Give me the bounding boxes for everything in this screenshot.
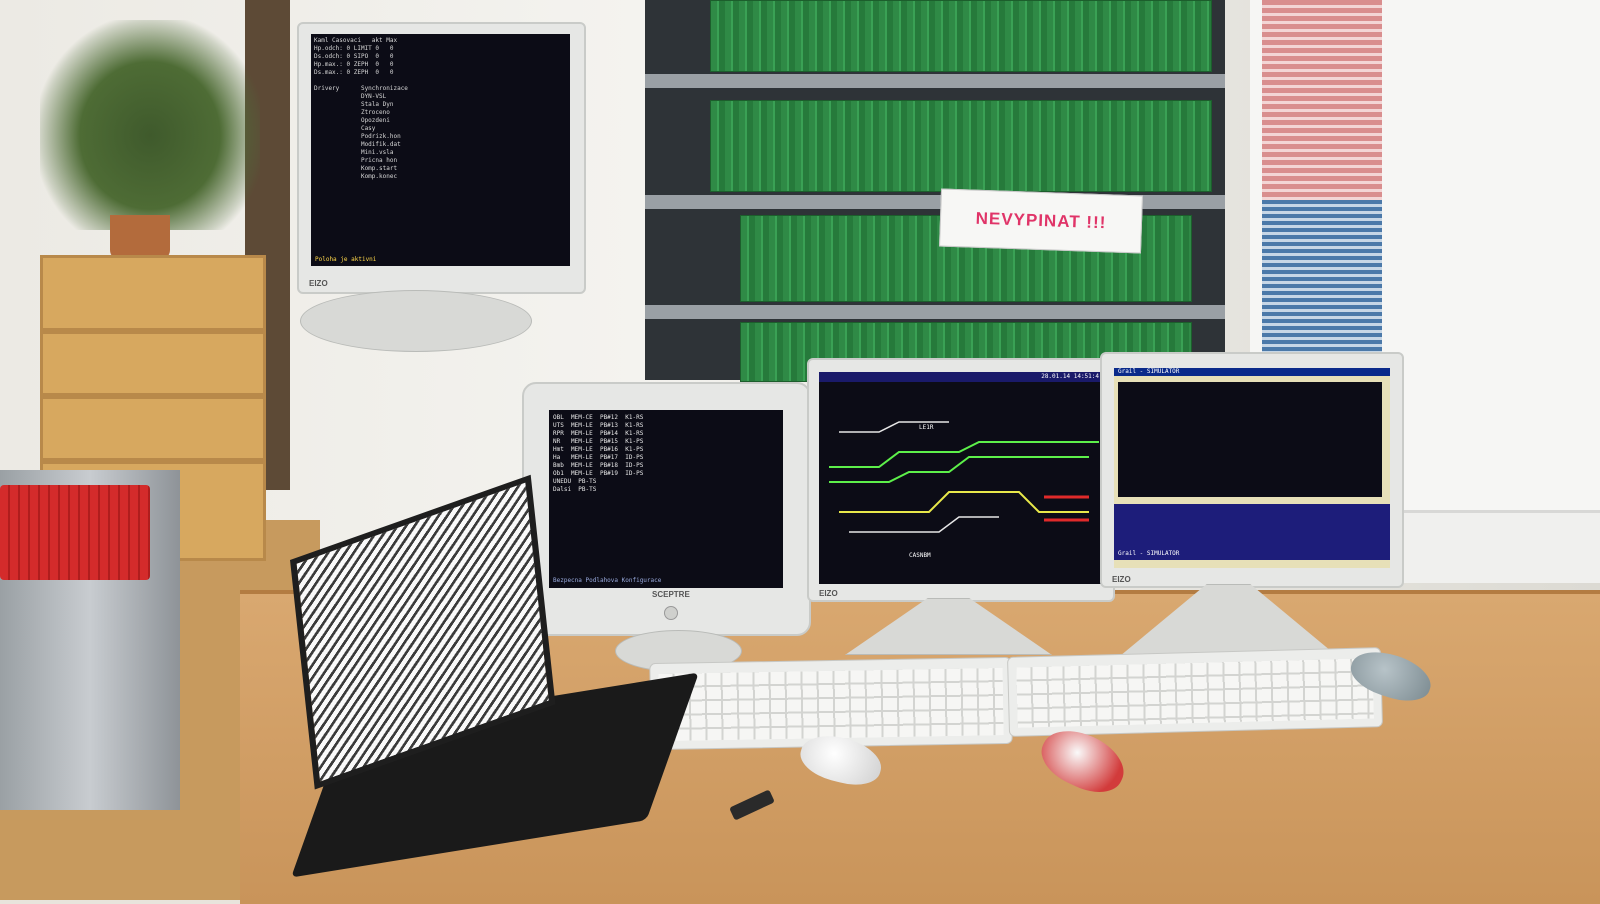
terminal-line: Ztroceno (314, 109, 390, 116)
monitor-logo: EIZO (309, 279, 328, 288)
terminal-line: Bmb MEM-LE PB#18 ID-PS (553, 462, 644, 469)
terminal-line: Modifik.dat (314, 141, 401, 148)
potted-plant (40, 20, 260, 230)
terminal-text: Kaml Casovaci akt Max Hp.odch: 0 LIMIT 0 … (314, 37, 567, 181)
keyboard-right[interactable] (1007, 647, 1383, 737)
monitor-logo: EIZO (819, 589, 838, 598)
track-diagram-screen: 28.01.14 14:51:4 LE1R CASNBM (819, 372, 1103, 584)
simulator-panel (1118, 382, 1382, 497)
terminal-line: NR MEM-LE PB#15 K1-PS (553, 438, 644, 445)
terminal-line: Casy (314, 125, 376, 132)
terminal-line: Komp.start (314, 165, 398, 172)
terminal-line: Hmt MEM-LE PB#16 K1-PS (553, 446, 644, 453)
circuit-board (710, 0, 1212, 72)
terminal-line: Ob1 MEM-LE PB#19 ID-PS (553, 470, 644, 477)
window-title: Grail - SIMULATOR (1118, 368, 1180, 375)
bottom-label: CASNBM (909, 552, 931, 559)
monitor-center: 28.01.14 14:51:4 LE1R CASNBM EIZO (807, 358, 1115, 602)
monitor-right: Grail - SIMULATOR Grail - SIMULATOR EIZO (1100, 352, 1404, 588)
crt-screen: OBL MEM-CE PB#12 K1-RS UTS MEM-LE PB#13 K… (549, 410, 783, 588)
terminal-line: Komp.konec (314, 173, 398, 180)
terminal-line: Hp.max.: 0 ZEPH 0 0 (314, 61, 394, 68)
track-line (839, 491, 1089, 513)
terminal-line: Hp.odch: 0 LIMIT 0 0 (314, 45, 394, 52)
simulator-screen: Grail - SIMULATOR Grail - SIMULATOR (1114, 368, 1390, 568)
terminal-line: Ha MEM-LE PB#17 ID-PS (553, 454, 644, 461)
circuit-board (710, 100, 1212, 192)
title-bar: Grail - SIMULATOR (1114, 368, 1390, 376)
window-sill (1380, 510, 1600, 583)
monitor-logo: EIZO (1112, 575, 1131, 584)
equipment-rack (645, 0, 1225, 382)
plant-pot (110, 215, 170, 260)
crt-monitor: OBL MEM-CE PB#12 K1-RS UTS MEM-LE PB#13 K… (522, 382, 811, 636)
terminal-line: Mini.vsla (314, 149, 394, 156)
terminal-line: DYN-VSL (314, 93, 387, 100)
crt-knob[interactable] (664, 606, 678, 620)
terminal-line: RPR MEM-LE PB#14 K1-RS (553, 430, 644, 437)
crt-footer: Bezpecna Podlahova Konfigurace (553, 577, 662, 584)
track-line (849, 516, 999, 533)
terminal-line: Kaml Casovaci akt Max (314, 37, 398, 44)
terminal-line: UTS MEM-LE PB#13 K1-RS (553, 422, 644, 429)
window-blind-red (1262, 0, 1382, 200)
terminal-line: Opozdeni (314, 117, 390, 124)
terminal-line: Pricna hon (314, 157, 398, 164)
terminal-line: Ds.max.: 0 ZEPH 0 0 (314, 69, 394, 76)
monitor-top-left-screen: Kaml Casovaci akt Max Hp.odch: 0 LIMIT 0 … (311, 34, 570, 266)
crt-logo: SCEPTRE (652, 590, 690, 599)
track-diagram (829, 421, 1099, 533)
window-blind-blue (1262, 200, 1382, 360)
monitor-arm (300, 290, 532, 352)
track-line (829, 456, 1089, 483)
track-line (829, 441, 1099, 468)
red-basket (0, 485, 150, 580)
bottom-title: Grail - SIMULATOR (1118, 550, 1180, 557)
terminal-line: Dalsi PB-TS (553, 486, 597, 493)
terminal-line: Ds.odch: 0 SIPO 0 0 (314, 53, 394, 60)
terminal-line: UNEDU PB-TS (553, 478, 597, 485)
terminal-text: OBL MEM-CE PB#12 K1-RS UTS MEM-LE PB#13 K… (553, 414, 779, 494)
terminal-line: Podrizk.hon (314, 133, 401, 140)
terminal-line: Stala Dyn (314, 101, 394, 108)
simulator-bottom-panel: Grail - SIMULATOR (1114, 504, 1390, 560)
terminal-line: Drivery Synchronizace (314, 85, 408, 92)
warning-sign: NEVYPINAT !!! (939, 188, 1143, 254)
warning-sign-text: NEVYPINAT !!! (975, 208, 1107, 233)
status-text: Poloha je aktivni (315, 256, 377, 263)
station-label: LE1R (919, 424, 934, 431)
terminal-line: OBL MEM-CE PB#12 K1-RS (553, 414, 644, 421)
monitor-top-left: Kaml Casovaci akt Max Hp.odch: 0 LIMIT 0 … (297, 22, 586, 294)
